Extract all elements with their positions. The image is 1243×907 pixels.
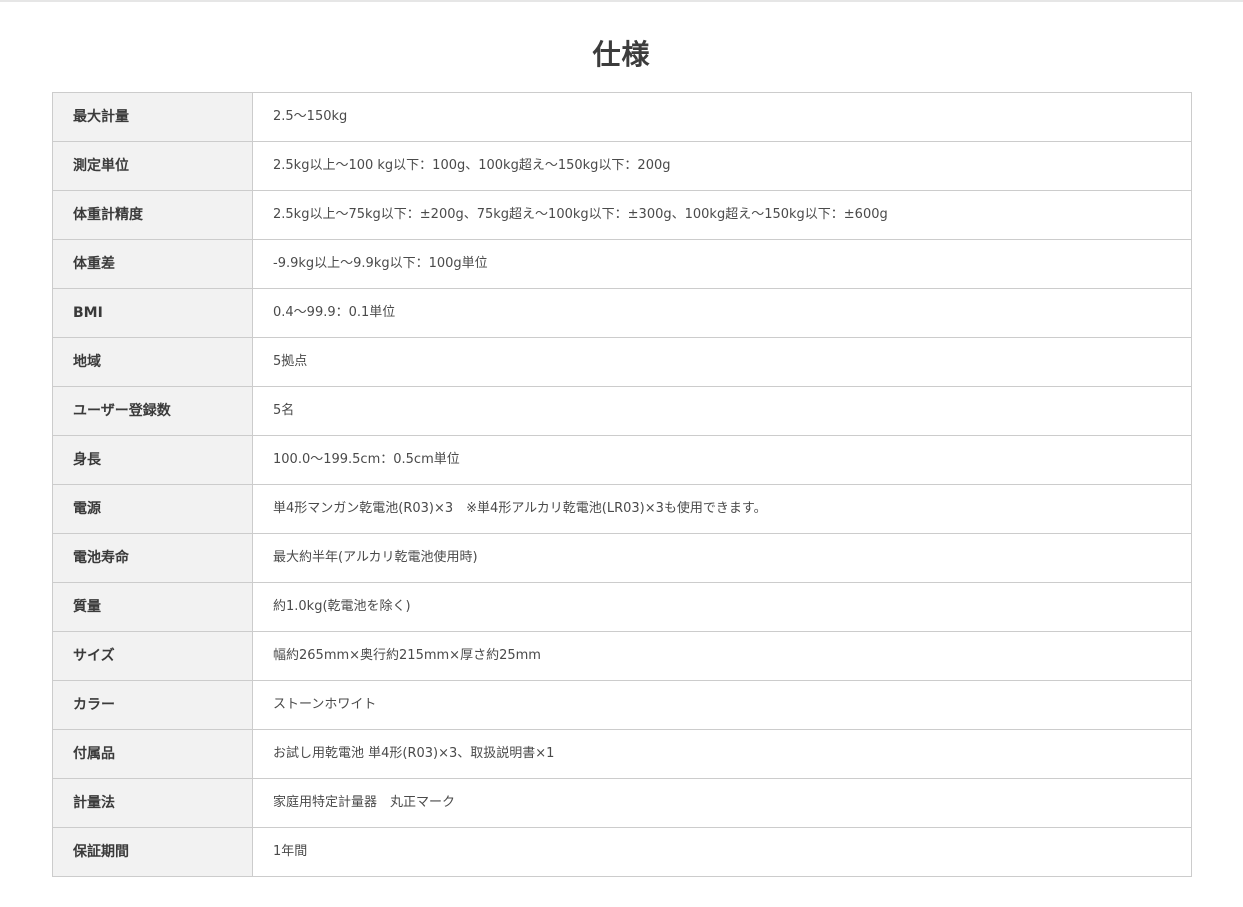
spec-value: 2.5kg以上～100 kg以下：100g、100kg超え～150kg以下：20… — [252, 141, 1192, 191]
spec-table: 最大計量 2.5～150kg 測定単位 2.5kg以上～100 kg以下：100… — [52, 92, 1192, 877]
spec-value: 幅約265mm×奥行約215mm×厚さ約25mm — [252, 631, 1192, 681]
spec-label: ユーザー登録数 — [52, 386, 253, 436]
spec-value: 単4形マンガン乾電池(R03)×3 ※単4形アルカリ乾電池(LR03)×3も使用… — [252, 484, 1192, 534]
spec-value: お試し用乾電池 単4形(R03)×3、取扱説明書×1 — [252, 729, 1192, 779]
spec-row-user-count: ユーザー登録数 5名 — [52, 386, 1192, 436]
spec-label: BMI — [52, 288, 253, 338]
spec-label: 電池寿命 — [52, 533, 253, 583]
spec-row-region: 地域 5拠点 — [52, 337, 1192, 387]
spec-value: 5拠点 — [252, 337, 1192, 387]
spec-value: 1年間 — [252, 827, 1192, 877]
spec-label: 電源 — [52, 484, 253, 534]
top-divider — [0, 0, 1243, 2]
spec-value: 最大約半年(アルカリ乾電池使用時) — [252, 533, 1192, 583]
spec-row-size: サイズ 幅約265mm×奥行約215mm×厚さ約25mm — [52, 631, 1192, 681]
spec-label: 身長 — [52, 435, 253, 485]
spec-label: 保証期間 — [52, 827, 253, 877]
spec-value: 約1.0kg(乾電池を除く) — [252, 582, 1192, 632]
spec-label: 計量法 — [52, 778, 253, 828]
spec-label: 地域 — [52, 337, 253, 387]
spec-value: 2.5～150kg — [252, 92, 1192, 142]
spec-value: 5名 — [252, 386, 1192, 436]
spec-label: 測定単位 — [52, 141, 253, 191]
spec-row-measurement-law: 計量法 家庭用特定計量器 丸正マーク — [52, 778, 1192, 828]
spec-row-color: カラー ストーンホワイト — [52, 680, 1192, 730]
spec-row-accessories: 付属品 お試し用乾電池 単4形(R03)×3、取扱説明書×1 — [52, 729, 1192, 779]
spec-value: -9.9kg以上～9.9kg以下：100g単位 — [252, 239, 1192, 289]
spec-label: サイズ — [52, 631, 253, 681]
spec-value: 2.5kg以上～75kg以下：±200g、75kg超え～100kg以下：±300… — [252, 190, 1192, 240]
spec-value: 0.4～99.9：0.1単位 — [252, 288, 1192, 338]
spec-value: ストーンホワイト — [252, 680, 1192, 730]
spec-row-bmi: BMI 0.4～99.9：0.1単位 — [52, 288, 1192, 338]
spec-row-warranty: 保証期間 1年間 — [52, 827, 1192, 877]
spec-row-mass: 質量 約1.0kg(乾電池を除く) — [52, 582, 1192, 632]
spec-label: 体重計精度 — [52, 190, 253, 240]
spec-row-height: 身長 100.0～199.5cm：0.5cm単位 — [52, 435, 1192, 485]
spec-row-power: 電源 単4形マンガン乾電池(R03)×3 ※単4形アルカリ乾電池(LR03)×3… — [52, 484, 1192, 534]
spec-label: 質量 — [52, 582, 253, 632]
spec-row-measurement-unit: 測定単位 2.5kg以上～100 kg以下：100g、100kg超え～150kg… — [52, 141, 1192, 191]
spec-row-weight-difference: 体重差 -9.9kg以上～9.9kg以下：100g単位 — [52, 239, 1192, 289]
spec-row-accuracy: 体重計精度 2.5kg以上～75kg以下：±200g、75kg超え～100kg以… — [52, 190, 1192, 240]
spec-row-battery-life: 電池寿命 最大約半年(アルカリ乾電池使用時) — [52, 533, 1192, 583]
spec-label: 最大計量 — [52, 92, 253, 142]
page-title: 仕様 — [592, 37, 651, 71]
spec-value: 100.0～199.5cm：0.5cm単位 — [252, 435, 1192, 485]
spec-label: 体重差 — [52, 239, 253, 289]
spec-value: 家庭用特定計量器 丸正マーク — [252, 778, 1192, 828]
spec-label: カラー — [52, 680, 253, 730]
spec-row-max-capacity: 最大計量 2.5～150kg — [52, 92, 1192, 142]
spec-label: 付属品 — [52, 729, 253, 779]
